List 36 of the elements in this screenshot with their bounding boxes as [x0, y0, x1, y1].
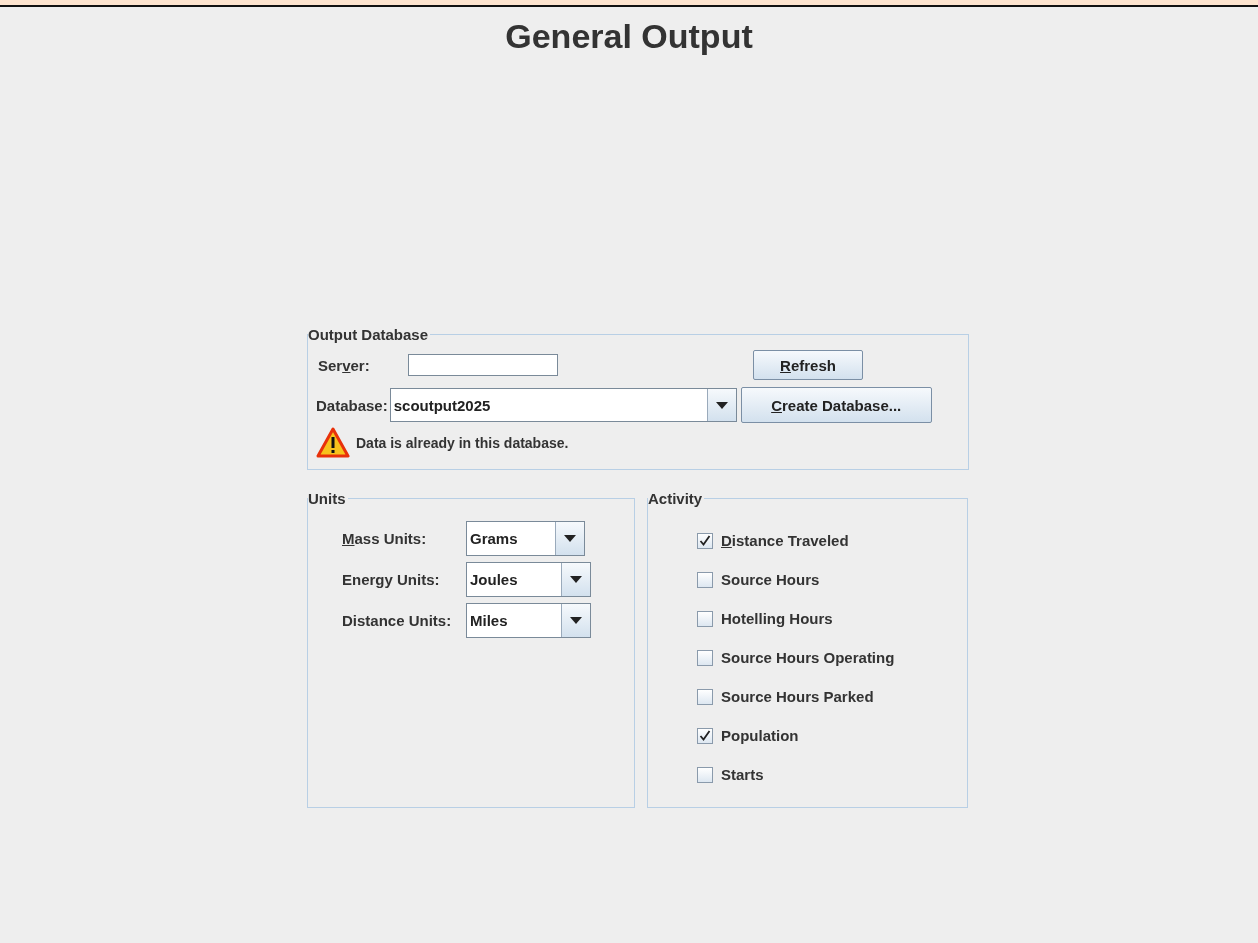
checkbox[interactable]	[697, 610, 713, 627]
panel-legend: Activity	[648, 490, 705, 507]
panel-legend: Units	[308, 490, 348, 507]
checkbox[interactable]	[697, 766, 713, 783]
checkbox[interactable]	[697, 532, 713, 549]
unit-dropdown[interactable]: Grams	[466, 521, 585, 556]
unit-dropdown[interactable]: Joules	[466, 562, 591, 597]
checkbox-label: Source Hours Parked	[721, 688, 874, 705]
warning-icon	[316, 427, 350, 459]
unit-dropdown[interactable]: Miles	[466, 603, 591, 638]
checkbox-label: Starts	[721, 766, 764, 783]
create-database-button[interactable]: Create Database...	[740, 387, 932, 423]
checkbox-label: Source Hours Operating	[721, 649, 895, 666]
page-title: General Output	[504, 16, 754, 56]
unit-label: Energy Units:	[342, 571, 441, 588]
checkbox[interactable]	[697, 571, 713, 588]
panel-legend: Output Database	[308, 326, 430, 343]
checkbox-label: Hotelling Hours	[721, 610, 833, 627]
unit-label: Mass Units:	[342, 530, 428, 547]
checkbox-label: Population	[721, 727, 799, 744]
checkbox[interactable]	[697, 649, 713, 666]
dropdown-arrow-icon	[570, 617, 582, 624]
checkbox-label: Source Hours	[721, 571, 820, 588]
checkbox-label: Distance Traveled	[721, 532, 849, 549]
dropdown-arrow-icon	[564, 535, 576, 542]
database-label: Database:	[316, 396, 388, 414]
checkbox[interactable]	[697, 727, 713, 744]
refresh-button[interactable]: Refresh	[753, 350, 863, 380]
dropdown-arrow-icon	[570, 576, 582, 583]
warning-message: Data is already in this database.	[356, 435, 569, 451]
database-dropdown[interactable]: scoutput2025	[389, 388, 737, 422]
unit-label: Distance Units:	[342, 612, 453, 629]
server-field[interactable]	[408, 354, 558, 376]
server-label: Server:	[318, 356, 371, 374]
checkbox[interactable]	[697, 688, 713, 705]
dropdown-arrow-icon	[715, 401, 728, 409]
